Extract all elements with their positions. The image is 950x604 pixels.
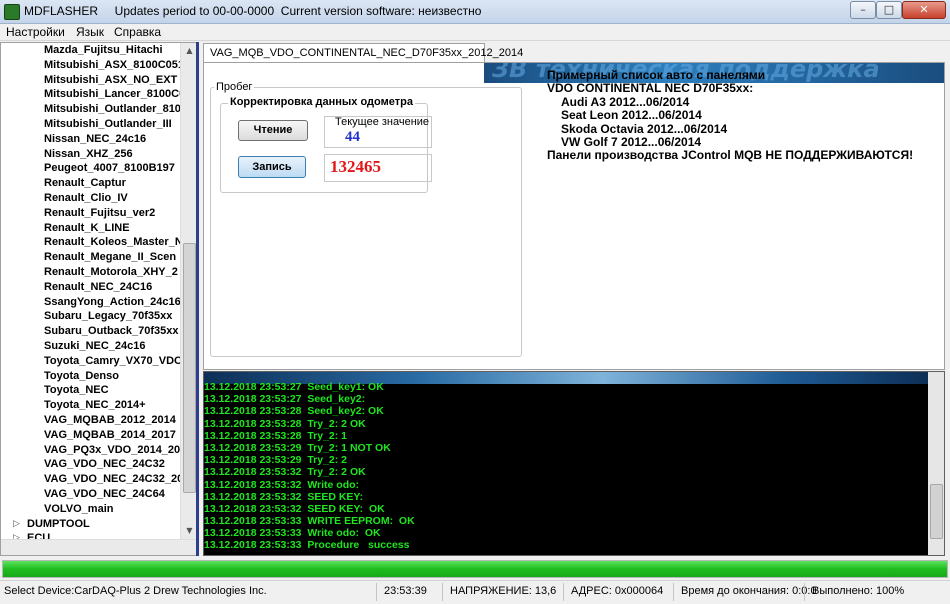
progress-bar: [2, 560, 948, 578]
log-line: 13.12.2018 23:53:29 Try_2: 1 NOT OK: [204, 441, 391, 454]
tree-item[interactable]: Renault_NEC_24C16: [1, 280, 181, 295]
status-device: Select Device:CarDAQ-Plus 2 Drew Technol…: [4, 585, 267, 597]
tree-item[interactable]: Mitsubishi_Outlander_810: [1, 102, 181, 117]
log-console: 13.12.2018 23:53:27 Seed_key1: OK 13.12.2…: [203, 371, 945, 556]
tree-item[interactable]: VAG_MQBAB_2014_2017: [1, 428, 181, 443]
tree-item[interactable]: Mitsubishi_Outlander_III: [1, 117, 181, 132]
tree-item[interactable]: Peugeot_4007_8100B197: [1, 161, 181, 176]
log-line: 13.12.2018 23:53:28 Seed_key2: OK: [204, 405, 384, 418]
tree-item[interactable]: Toyota_Camry_VX70_VDO: [1, 354, 181, 369]
tree-item[interactable]: VOLVO_main: [1, 502, 181, 517]
tree-item[interactable]: Toyota_NEC_2014+: [1, 398, 181, 413]
log-line: 13.12.2018 23:53:32 Try_2: 2 OK: [204, 466, 366, 479]
tree-item[interactable]: VAG_MQBAB_2012_2014: [1, 413, 181, 428]
title-bar: MDFLASHER Updates period to 00-00-0000 C…: [0, 0, 950, 24]
status-remaining: Время до окончания: 0:0:0: [681, 585, 817, 597]
log-line: 13.12.2018 23:53:32 SEED KEY: OK: [204, 502, 385, 515]
tree-item[interactable]: Renault_K_LINE: [1, 221, 181, 236]
supported-cars-info: Примерный список авто с панелями VDO CON…: [547, 68, 937, 163]
write-value-field[interactable]: 132465: [324, 154, 432, 182]
log-line: 13.12.2018 23:53:33 WRITE EEPROM: OK: [204, 515, 415, 528]
tree-item[interactable]: Subaru_Outback_70f35xx: [1, 324, 181, 339]
maximize-button[interactable]: □: [876, 1, 902, 19]
tree-vertical-scrollbar[interactable]: ▲ ▼: [180, 43, 197, 539]
menu-bar: Настройки Язык Справка: [0, 24, 950, 41]
current-value-box: Текущее значение 44: [324, 116, 432, 148]
tree-item[interactable]: Nissan_XHZ_256: [1, 147, 181, 162]
close-button[interactable]: ✕: [902, 1, 946, 19]
minimize-button[interactable]: –: [850, 1, 876, 19]
log-line: 13.12.2018 23:53:33 Write odo: OK: [204, 527, 381, 540]
progress-fill: [3, 561, 947, 577]
tree-group[interactable]: DUMPTOOL: [1, 517, 181, 532]
tree-item[interactable]: Subaru_Legacy_70f35xx: [1, 309, 181, 324]
log-scrollbar[interactable]: [928, 372, 944, 555]
car-item: VW Golf 7 2012...06/2014: [561, 135, 702, 150]
info-header: Примерный список авто с панелями: [547, 68, 766, 82]
log-scroll-thumb[interactable]: [930, 484, 943, 539]
tab-content: ЗВ техническая поддержка Пробег Корректи…: [203, 62, 945, 370]
car-item: Audi A3 2012...06/2014: [561, 94, 690, 109]
tree-item[interactable]: Toyota_NEC: [1, 383, 181, 398]
odometer-group-label: Корректировка данных одометра: [228, 96, 415, 108]
tab-label: VAG_MQB_VDO_CONTINENTAL_NEC_D70F35xx_201…: [210, 47, 524, 59]
tree-item[interactable]: Renault_Megane_II_Scen: [1, 250, 181, 265]
tree-item[interactable]: SsangYong_Action_24c16: [1, 295, 181, 310]
tree-scroll-thumb[interactable]: [183, 243, 196, 493]
log-line: 13.12.2018 23:53:27 Seed_key1: OK: [204, 381, 384, 393]
log-line: 13.12.2018 23:53:33 Procedure success: [204, 539, 410, 552]
write-value[interactable]: 132465: [330, 157, 381, 177]
tree-item[interactable]: Nissan_NEC_24c16: [1, 132, 181, 147]
window-title: MDFLASHER Updates period to 00-00-0000 C…: [24, 4, 482, 18]
tree-item[interactable]: Renault_Captur: [1, 176, 181, 191]
status-address: АДРЕС: 0x000064: [571, 585, 664, 597]
tree-item[interactable]: VAG_VDO_NEC_24C32: [1, 457, 181, 472]
mileage-group-label: Пробег: [214, 81, 255, 93]
panel-splitter[interactable]: [196, 42, 199, 556]
menu-settings[interactable]: Настройки: [6, 25, 65, 39]
log-line: 13.12.2018 23:53:27 Seed_key2:: [204, 393, 366, 406]
log-lines: 13.12.2018 23:53:27 Seed_key1: OK 13.12.2…: [204, 381, 415, 552]
tree-item[interactable]: Renault_Koleos_Master_N: [1, 235, 181, 250]
status-time: 23:53:39: [384, 585, 427, 597]
status-voltage: НАПРЯЖЕНИЕ: 13,6: [450, 585, 557, 597]
tree-item[interactable]: Mitsubishi_ASX_8100C051: [1, 58, 181, 73]
status-done: Выполнено: 100%: [812, 585, 905, 597]
status-bar: Select Device:CarDAQ-Plus 2 Drew Technol…: [0, 580, 950, 604]
tree-item[interactable]: VAG_VDO_NEC_24C64: [1, 487, 181, 502]
app-icon: [4, 4, 20, 20]
device-tree: Mazda_Fujitsu_Hitachi Mitsubishi_ASX_8100…: [0, 42, 198, 556]
tree-item[interactable]: Renault_Motorola_XHY_2: [1, 265, 181, 280]
current-value: 44: [345, 129, 360, 145]
tree-item[interactable]: Renault_Clio_IV: [1, 191, 181, 206]
tree-item[interactable]: VAG_PQ3x_VDO_2014_20: [1, 443, 181, 458]
tree-item[interactable]: VAG_VDO_NEC_24C32_201: [1, 472, 181, 487]
read-button[interactable]: Чтение: [238, 120, 308, 141]
log-line: 13.12.2018 23:53:28 Try_2: 1: [204, 429, 348, 442]
car-item: Skoda Octavia 2012...06/2014: [561, 121, 728, 136]
log-line: 13.12.2018 23:53:32 Write odo:: [204, 478, 360, 491]
menu-language[interactable]: Язык: [76, 25, 104, 39]
info-note: Панели производства JControl MQB НЕ ПОДД…: [547, 148, 914, 163]
tree-item[interactable]: Mitsubishi_Lancer_8100C0: [1, 87, 181, 102]
tree-horizontal-scrollbar[interactable]: [1, 539, 197, 555]
tab-vag-mqb[interactable]: VAG_MQB_VDO_CONTINENTAL_NEC_D70F35xx_201…: [203, 43, 523, 63]
log-line: 13.12.2018 23:53:32 SEED KEY:: [204, 490, 364, 503]
log-line: 13.12.2018 23:53:29 Try_2: 2: [204, 454, 348, 467]
current-value-caption: Текущее значение: [335, 116, 430, 128]
tree-item[interactable]: Suzuki_NEC_24c16: [1, 339, 181, 354]
write-button[interactable]: Запись: [238, 156, 306, 178]
car-item: Seat Leon 2012...06/2014: [561, 108, 702, 123]
tree-item[interactable]: Toyota_Denso: [1, 369, 181, 384]
menu-help[interactable]: Справка: [114, 25, 161, 39]
tree-item[interactable]: Mazda_Fujitsu_Hitachi: [1, 43, 181, 58]
tree-item[interactable]: Mitsubishi_ASX_NO_EXT: [1, 73, 181, 88]
log-line: 13.12.2018 23:53:28 Try_2: 2 OK: [204, 417, 366, 430]
tree-list: Mazda_Fujitsu_Hitachi Mitsubishi_ASX_8100…: [1, 43, 181, 546]
info-subheader: VDO CONTINENTAL NEC D70F35xx:: [547, 81, 754, 96]
tree-item[interactable]: Renault_Fujitsu_ver2: [1, 206, 181, 221]
